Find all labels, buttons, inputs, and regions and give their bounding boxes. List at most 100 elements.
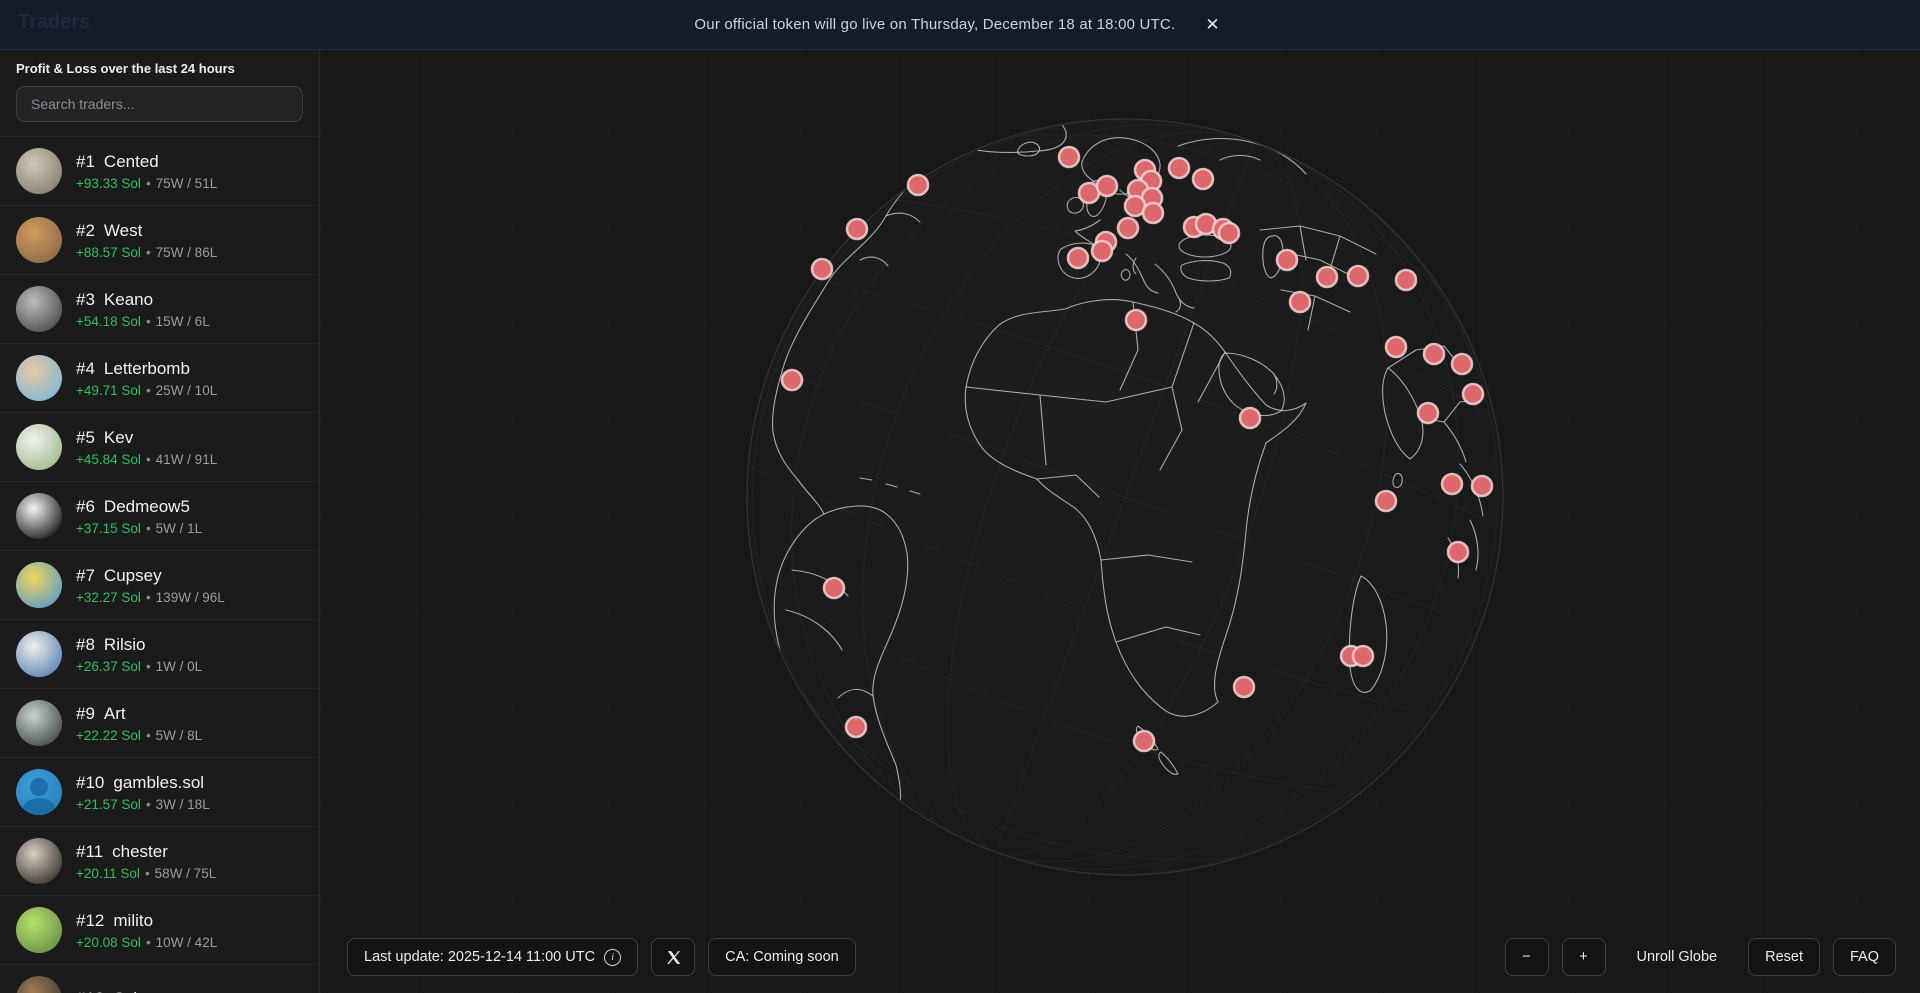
last-update-text: Last update: 2025-12-14 11:00 UTC xyxy=(364,949,595,965)
trader-rank-name: #3Keano xyxy=(76,290,210,310)
trader-list: #1Cented+93.33 Sol•75W / 51L #2West +88.57… xyxy=(0,136,319,993)
trader-stats: +32.27 Sol•139W / 96L xyxy=(76,590,225,605)
trader-row[interactable]: #11chester+20.11 Sol•58W / 75L xyxy=(0,826,319,895)
trader-avatar xyxy=(16,148,62,194)
last-update-pill[interactable]: Last update: 2025-12-14 11:00 UTC i xyxy=(347,938,638,976)
trader-rank-name: #8Rilsio xyxy=(76,635,202,655)
close-icon[interactable]: ✕ xyxy=(1199,12,1225,37)
trader-stats: +21.57 Sol•3W / 18L xyxy=(76,797,210,812)
app-title: Traders xyxy=(18,11,90,34)
trader-row[interactable]: #6Dedmeow5 +37.15 Sol•5W / 1L xyxy=(0,481,319,550)
trader-stats: +37.15 Sol•5W / 1L xyxy=(76,521,202,536)
zoom-in-button[interactable]: + xyxy=(1562,938,1606,976)
sidebar-subtitle: Profit & Loss over the last 24 hours xyxy=(0,50,319,86)
trader-location-marker[interactable] xyxy=(1396,270,1416,290)
trader-location-marker[interactable] xyxy=(1452,354,1472,374)
trader-row[interactable]: #9Art+22.22 Sol•5W / 8L xyxy=(0,688,319,757)
trader-avatar xyxy=(16,976,62,993)
trader-avatar xyxy=(16,355,62,401)
x-social-button[interactable] xyxy=(651,938,695,976)
trader-stats: +20.08 Sol•10W / 42L xyxy=(76,935,217,950)
status-bar: Last update: 2025-12-14 11:00 UTC i CA: … xyxy=(347,938,1896,976)
trader-row[interactable]: #2West +88.57 Sol•75W / 86L xyxy=(0,205,319,274)
trader-rank-name: #11chester xyxy=(76,842,216,862)
trader-location-marker[interactable] xyxy=(1193,169,1213,189)
trader-location-marker[interactable] xyxy=(847,219,867,239)
trader-row[interactable]: #4Letterbomb +49.71 Sol•25W / 10L xyxy=(0,343,319,412)
announcement-text: Our official token will go live on Thurs… xyxy=(694,16,1175,33)
trader-location-marker[interactable] xyxy=(1348,266,1368,286)
trader-avatar xyxy=(16,424,62,470)
trader-avatar xyxy=(16,286,62,332)
trader-row[interactable]: #13Scharo xyxy=(0,964,319,993)
trader-row[interactable]: #5Kev +45.84 Sol•41W / 91L xyxy=(0,412,319,481)
trader-location-marker[interactable] xyxy=(1376,491,1396,511)
faq-button[interactable]: FAQ xyxy=(1833,938,1896,976)
trader-avatar xyxy=(16,907,62,953)
trader-location-marker[interactable] xyxy=(908,175,928,195)
reset-button[interactable]: Reset xyxy=(1748,938,1820,976)
trader-location-marker[interactable] xyxy=(1126,310,1146,330)
trader-location-marker[interactable] xyxy=(1418,403,1438,423)
trader-row[interactable]: #7Cupsey +32.27 Sol•139W / 96L xyxy=(0,550,319,619)
trader-row[interactable]: #10gambles.sol+21.57 Sol•3W / 18L xyxy=(0,757,319,826)
zoom-out-button[interactable]: − xyxy=(1505,938,1549,976)
trader-location-marker[interactable] xyxy=(1234,677,1254,697)
world-globe[interactable] xyxy=(320,50,1920,993)
trader-rank-name: #6Dedmeow5 xyxy=(76,497,202,517)
trader-avatar xyxy=(16,769,62,815)
trader-stats: +49.71 Sol•25W / 10L xyxy=(76,383,217,398)
trader-avatar xyxy=(16,631,62,677)
trader-location-marker[interactable] xyxy=(1143,203,1163,223)
trader-location-marker[interactable] xyxy=(1290,292,1310,312)
trader-stats: +88.57 Sol•75W / 86L xyxy=(76,245,217,260)
trader-location-marker[interactable] xyxy=(1386,337,1406,357)
trader-avatar xyxy=(16,217,62,263)
trader-stats: +54.18 Sol•15W / 6L xyxy=(76,314,210,329)
search-input[interactable] xyxy=(16,86,303,122)
trader-rank-name: #12milito xyxy=(76,911,217,931)
trader-avatar xyxy=(16,700,62,746)
trader-location-marker[interactable] xyxy=(1219,223,1239,243)
trader-location-marker[interactable] xyxy=(1317,267,1337,287)
trader-rank-name: #5Kev xyxy=(76,428,217,448)
trader-location-marker[interactable] xyxy=(812,259,832,279)
trader-location-marker[interactable] xyxy=(1463,384,1483,404)
trader-avatar xyxy=(16,838,62,884)
trader-location-marker[interactable] xyxy=(1134,731,1154,751)
trader-location-marker[interactable] xyxy=(846,717,866,737)
trader-rank-name: #2West xyxy=(76,221,217,241)
x-logo-icon xyxy=(665,949,682,966)
trader-location-marker[interactable] xyxy=(1353,646,1373,666)
trader-location-marker[interactable] xyxy=(1240,408,1260,428)
trader-location-marker[interactable] xyxy=(1118,218,1138,238)
trader-location-marker[interactable] xyxy=(1277,250,1297,270)
trader-row[interactable]: #1Cented+93.33 Sol•75W / 51L xyxy=(0,136,319,205)
trader-avatar xyxy=(16,493,62,539)
ca-button[interactable]: CA: Coming soon xyxy=(708,938,856,976)
trader-location-marker[interactable] xyxy=(1169,158,1189,178)
globe-panel[interactable]: Last update: 2025-12-14 11:00 UTC i CA: … xyxy=(320,50,1920,993)
trader-location-marker[interactable] xyxy=(1097,176,1117,196)
info-icon[interactable]: i xyxy=(604,949,621,966)
trader-avatar xyxy=(16,562,62,608)
trader-location-marker[interactable] xyxy=(1448,542,1468,562)
trader-location-marker[interactable] xyxy=(782,370,802,390)
trader-stats: +26.37 Sol•1W / 0L xyxy=(76,659,202,674)
trader-location-marker[interactable] xyxy=(1068,248,1088,268)
trader-rank-name: #4Letterbomb xyxy=(76,359,217,379)
trader-row[interactable]: #8Rilsio +26.37 Sol•1W / 0L xyxy=(0,619,319,688)
trader-rank-name: #7Cupsey xyxy=(76,566,225,586)
trader-stats: +45.84 Sol•41W / 91L xyxy=(76,452,217,467)
trader-row[interactable]: #3Keano +54.18 Sol•15W / 6L xyxy=(0,274,319,343)
trader-location-marker[interactable] xyxy=(1442,474,1462,494)
trader-row[interactable]: #12milito +20.08 Sol•10W / 42L xyxy=(0,895,319,964)
unroll-globe-button[interactable]: Unroll Globe xyxy=(1633,949,1722,965)
trader-location-marker[interactable] xyxy=(824,578,844,598)
trader-location-marker[interactable] xyxy=(1472,476,1492,496)
trader-location-marker[interactable] xyxy=(1092,241,1112,261)
trader-location-marker[interactable] xyxy=(1424,344,1444,364)
trader-stats: +22.22 Sol•5W / 8L xyxy=(76,728,202,743)
announcement-banner: Traders Our official token will go live … xyxy=(0,0,1920,50)
trader-location-marker[interactable] xyxy=(1059,147,1079,167)
